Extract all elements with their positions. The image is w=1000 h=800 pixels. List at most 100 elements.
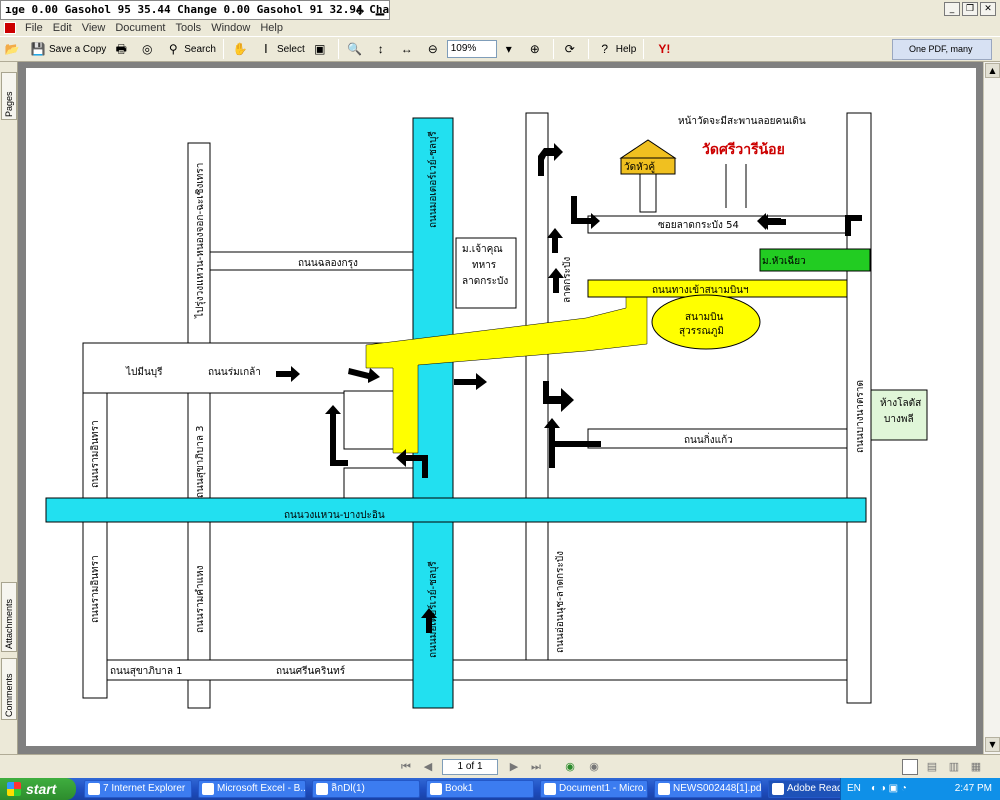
ticker-text: ıge 0.00 Gasohol 95 35.44 Change 0.00 Ga… [5,3,390,16]
facing-icon[interactable]: ▥ [946,759,962,775]
print-button[interactable]: 🖶 [110,38,135,60]
select-tool-button[interactable]: Ⅰ Select [255,38,308,60]
forward-view-icon[interactable]: ◉ [586,759,602,775]
document-viewport[interactable]: หน้าวัดจะมีสะพานลอยคนเดิน วัดศรีวารีน้อย… [18,62,983,754]
menu-window[interactable]: Window [206,20,255,36]
task-word[interactable]: Document1 - Micro... [540,780,648,798]
fit-width-icon: ↔ [400,42,413,56]
menu-help[interactable]: Help [255,20,288,36]
sukhapiban3-label: ถนนสุขาภิบาล 3 [195,425,206,498]
search-button[interactable]: ⚲ Search [162,38,219,60]
menu-tools[interactable]: Tools [171,20,207,36]
task-folder[interactable]: ลิกDl(1) [312,780,420,798]
pdf-doc-icon [4,22,16,34]
motorway-label-top: ถนนมอเตอร์เวย์-ชลบุรี [427,131,439,228]
start-button[interactable]: start [0,778,76,800]
temple-small-label: วัดหัวคู้ [624,161,655,173]
airport-road-label: ถนนทางเข้าสนามบินฯ [652,284,749,296]
task-excel[interactable]: Microsoft Excel - B... [198,780,306,798]
airport-label-2: สุวรรณภูมิ [679,326,724,337]
menu-file[interactable]: File [20,20,48,36]
prev-page-icon[interactable]: ◀ [420,759,436,775]
help-icon: ? [601,42,609,56]
task-label: 7 Internet Explorer [103,783,186,794]
next-page-icon[interactable]: ▶ [506,759,522,775]
tab-attachments-label: Attachments [4,598,14,649]
toolbar-divider [643,39,645,59]
help-label: Help [615,43,637,55]
window-buttons: _ ❐ ✕ [944,2,996,16]
temple-title: วัดศรีวารีน้อย [702,142,785,158]
scroll-up-icon[interactable]: ▲ [985,63,1000,78]
toolbar-divider [587,39,589,59]
back-view-icon[interactable]: ◉ [562,759,578,775]
snapshot-button[interactable]: ▣ [309,38,334,60]
close-icon[interactable]: ✕ [980,2,996,16]
arrow-up-right [544,418,601,468]
zoom-level-field[interactable]: 109% [446,40,497,58]
rotate-button[interactable]: ⟳ [559,38,584,60]
zoom-in-button[interactable]: ⊕ [524,38,549,60]
printer-icon: 🖶 [115,42,127,56]
save-copy-button[interactable]: 💾 Save a Copy [27,38,109,60]
srinakarin-label: ถนนศรีนครินทร์ [276,665,346,677]
tray-icons[interactable]: ◐ ◑ ▣ ◔ [871,778,907,800]
task-label: NEWS002448[1].pdf [673,783,762,794]
email-button[interactable]: ◎ [136,38,161,60]
open-button[interactable]: 📂 [1,38,26,60]
minimize-icon[interactable]: _ [944,2,960,16]
floppy-disk-icon: 💾 [30,42,46,56]
task-book1[interactable]: Book1 [426,780,534,798]
srinakarin-road [106,659,848,681]
tab-pages[interactable]: Pages [1,72,17,120]
route-map: หน้าวัดจะมีสะพานลอยคนเดิน วัดศรีวารีน้อย… [45,112,928,709]
footbridge-note: หน้าวัดจะมีสะพานลอยคนเดิน [678,115,806,127]
fit-page-button[interactable]: ↕ [370,38,395,60]
menu-edit[interactable]: Edit [48,20,77,36]
page-number-field[interactable]: 1 of 1 [442,759,498,775]
lotus-label-1: ห้างโลตัส [880,396,921,409]
task-ie[interactable]: 7 Internet Explorer [84,780,192,798]
scroll-down-icon[interactable]: ▼ [985,737,1000,752]
tab-attachments[interactable]: Attachments [1,582,17,652]
task-label: Document1 - Micro... [559,783,648,794]
yahoo-button[interactable]: Y! [649,38,682,60]
to-minburi-label: ไปมีนบุรี [125,366,163,378]
save-copy-label: Save a Copy [49,43,107,55]
move-handle-icon[interactable]: ✥ [351,3,369,19]
help-button[interactable]: ? Help [594,38,640,60]
menu-view[interactable]: View [77,20,111,36]
continuous-icon[interactable]: ▤ [924,759,940,775]
magnifier-icon: 🔍 [347,42,363,56]
ticker-minimize-icon[interactable]: ▁ [373,1,387,19]
left-top-road-label: ไปรุ่งวงแหวน-หนองจอก-ฉะเชิงเทรา [194,163,206,319]
fit-width-button[interactable]: ↔ [396,38,421,60]
toolbar: 📂 💾 Save a Copy 🖶 ◎ ⚲ Search ✋ Ⅰ Select ▣ 🔍… [0,36,1000,73]
system-tray: EN ◐ ◑ ▣ ◔ 2:47 PM [840,778,1000,800]
zoom-out-button[interactable]: ⊖ [422,38,447,60]
camera-icon: ▣ [314,42,326,56]
rom-klao-label: ถนนร่มเกล้า [208,366,261,378]
tab-pages-label: Pages [4,91,14,117]
vertical-scrollbar[interactable]: ▲ ▼ [983,62,1000,754]
promo-button[interactable]: One PDF, many files. [892,39,992,73]
chevron-down-icon: ▾ [505,42,512,56]
last-page-icon[interactable]: ⏭ [528,759,544,775]
globe-mail-icon: ◎ [142,42,153,56]
toolbar-divider [552,39,554,59]
first-page-icon[interactable]: ⏮ [398,759,414,775]
continuous-facing-icon[interactable]: ▦ [968,759,984,775]
hand-tool-button[interactable]: ✋ [229,38,254,60]
single-page-icon[interactable] [902,759,918,775]
zoom-tool-button[interactable]: 🔍 [344,38,369,60]
excel-icon [202,783,214,795]
zoom-dropdown[interactable]: ▾ [498,38,523,60]
windows-taskbar: start 7 Internet Explorer Microsoft Exce… [0,778,1000,800]
language-indicator[interactable]: EN [847,778,861,800]
restore-icon[interactable]: ❐ [962,2,978,16]
menu-document[interactable]: Document [110,20,170,36]
ring-road-bangpa-in [45,497,867,523]
task-pdf[interactable]: NEWS002448[1].pdf [654,780,762,798]
chaokhun-label-3: ลาดกระบัง [462,276,508,287]
tab-comments[interactable]: Comments [1,658,17,720]
